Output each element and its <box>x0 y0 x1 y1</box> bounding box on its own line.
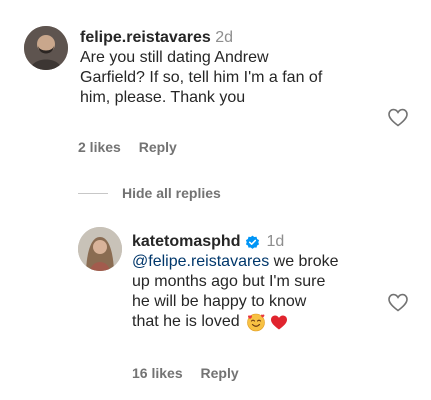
reply-text: @felipe.reistavares we broke up months a… <box>132 253 339 332</box>
comment-likes-count[interactable]: 2 likes <box>78 139 121 155</box>
reply-meta: 16 likes Reply <box>132 365 253 381</box>
commenter-avatar[interactable] <box>24 26 68 70</box>
like-comment-heart-icon[interactable] <box>386 105 410 129</box>
reply: katetomasphd 1d @felipe.reistavares we b… <box>132 232 392 332</box>
red-heart-icon <box>269 312 289 332</box>
verified-badge-icon <box>245 235 260 250</box>
comment-time: 2d <box>215 29 233 46</box>
smiling-face-with-hearts-icon <box>246 312 266 332</box>
reply-reply-button[interactable]: Reply <box>201 365 239 381</box>
comment: felipe.reistavares 2d Are you still dati… <box>80 28 380 108</box>
reply-time: 1d <box>266 233 285 250</box>
like-reply-heart-icon[interactable] <box>386 290 410 314</box>
comments-panel: felipe.reistavares 2d Are you still dati… <box>0 0 431 400</box>
hide-all-replies-button[interactable]: Hide all replies <box>122 185 221 201</box>
hide-replies-divider <box>78 193 108 194</box>
comment-meta: 2 likes Reply <box>78 139 191 155</box>
reply-likes-count[interactable]: 16 likes <box>132 365 183 381</box>
replier-username[interactable]: katetomasphd <box>132 232 240 252</box>
comment-text: Are you still dating Andrew Garfield? If… <box>80 49 323 106</box>
comment-reply-button[interactable]: Reply <box>139 139 177 155</box>
commenter-username[interactable]: felipe.reistavares <box>80 29 211 46</box>
mention-link[interactable]: @felipe.reistavares <box>132 253 269 270</box>
replier-avatar[interactable] <box>78 227 122 271</box>
